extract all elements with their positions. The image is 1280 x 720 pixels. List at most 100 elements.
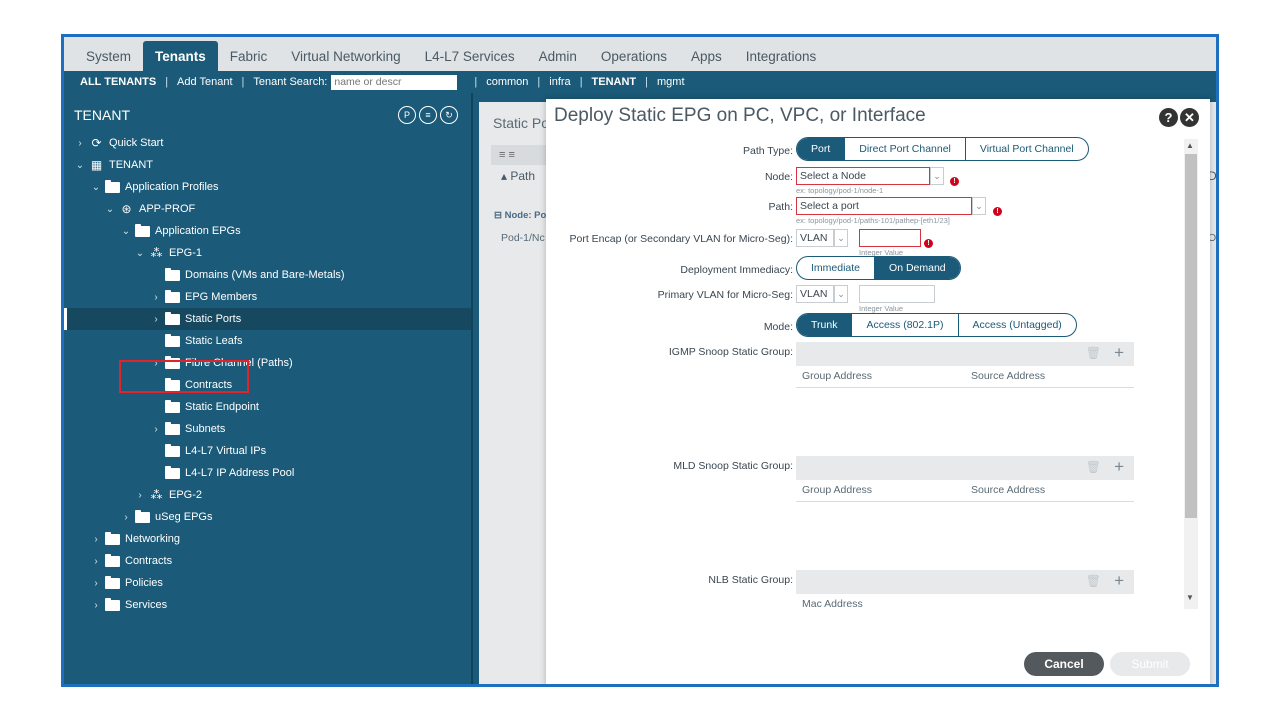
deployment-on-demand[interactable]: On Demand [874,257,960,279]
sidebar-item-static-leafs[interactable]: Static Leafs [64,330,471,352]
sidebar-item-static-ports[interactable]: › Static Ports [64,308,471,330]
mode-access-802-1p[interactable]: Access (802.1P) [851,314,957,336]
tenant-mgmt-link[interactable]: mgmt [657,76,685,88]
all-tenants-link[interactable]: ALL TENANTS [80,76,156,88]
chevron-right-icon[interactable]: › [90,578,102,589]
mode-access-untagged[interactable]: Access (Untagged) [957,314,1076,336]
nav-integrations[interactable]: Integrations [734,41,829,71]
trash-icon[interactable]: 🗑 [1086,574,1101,588]
nav-apps[interactable]: Apps [679,41,734,71]
primary-vlan-input[interactable] [859,285,935,303]
plus-icon[interactable]: + [1114,571,1124,591]
sidebar-item-tenant[interactable]: ⌄ ▦ TENANT [64,154,471,176]
tenant-search-input[interactable] [331,74,458,90]
sidebar-item-l4-l7-ip-address-pool[interactable]: L4-L7 IP Address Pool [64,462,471,484]
dialog-scrollbar-thumb[interactable] [1185,154,1197,518]
pane-splitter[interactable] [471,93,473,684]
path-select[interactable]: Select a port [796,197,972,215]
folder-icon [105,179,120,193]
tenant-current-link[interactable]: TENANT [592,76,637,88]
submit-button[interactable]: Submit [1110,652,1190,676]
top-nav: System Tenants Fabric Virtual Networking… [64,37,1216,71]
work-pane-toolbar[interactable]: ≡ ≡ [491,145,551,165]
nav-system[interactable]: System [74,41,143,71]
sidebar-item-domains-vms-and-bare-metals[interactable]: Domains (VMs and Bare-Metals) [64,264,471,286]
pin-icon[interactable]: P [398,106,416,124]
chevron-down-icon[interactable]: ⌄ [134,248,146,259]
separator: | [645,76,649,88]
nav-l4-l7-services[interactable]: L4-L7 Services [413,41,527,71]
chevron-right-icon[interactable]: › [74,138,86,149]
node-select[interactable]: Select a Node [796,167,930,185]
chevron-down-icon[interactable]: ⌄ [120,226,132,237]
port-encap-error-icon: ! [924,239,933,248]
chevron-right-icon[interactable]: › [90,600,102,611]
nav-operations[interactable]: Operations [589,41,679,71]
chevron-down-icon[interactable]: ⌄ [90,182,102,193]
sidebar-item-subnets[interactable]: › Subnets [64,418,471,440]
chevron-right-icon[interactable]: › [90,556,102,567]
pod-row[interactable]: Pod-1/Nc [501,232,545,244]
cancel-button[interactable]: Cancel [1024,652,1104,676]
add-tenant-link[interactable]: Add Tenant [177,76,232,88]
list-icon[interactable]: ≡ [419,106,437,124]
path-column-header[interactable]: ▴ Path [501,169,535,183]
chevron-down-icon[interactable]: ⌄ [74,160,86,171]
sidebar-item-services[interactable]: › Services [64,594,471,616]
nlb-table-toolbar: 🗑 + [796,570,1134,594]
plus-icon[interactable]: + [1114,457,1124,477]
help-icon[interactable]: ? [1159,108,1178,127]
chevron-right-icon[interactable]: › [134,490,146,501]
chevron-down-icon[interactable]: ⌄ [104,204,116,215]
trash-icon[interactable]: 🗑 [1086,346,1101,360]
mode-trunk[interactable]: Trunk [797,314,852,336]
tenant-common-link[interactable]: common [486,76,528,88]
port-encap-dropdown-arrow[interactable]: ⌄ [834,229,848,247]
refresh-icon[interactable]: ↻ [440,106,458,124]
deployment-immediate[interactable]: Immediate [797,257,874,279]
sidebar-item-l4-l7-virtual-ips[interactable]: L4-L7 Virtual IPs [64,440,471,462]
sidebar-item-useg-epgs[interactable]: › uSeg EPGs [64,506,471,528]
nav-virtual-networking[interactable]: Virtual Networking [279,41,412,71]
sidebar-item-static-endpoint[interactable]: Static Endpoint [64,396,471,418]
sidebar-item-app-prof[interactable]: ⌄ ⊛ APP-PROF [64,198,471,220]
path-type-toggle: Port Direct Port Channel Virtual Port Ch… [796,137,1089,161]
close-icon[interactable]: ✕ [1180,108,1199,127]
sidebar-item-quick-start[interactable]: › ⟳ Quick Start [64,132,471,154]
nav-tenants[interactable]: Tenants [143,41,218,71]
path-dropdown-arrow[interactable]: ⌄ [972,197,986,215]
path-type-virtual-port-channel[interactable]: Virtual Port Channel [964,138,1088,160]
sidebar-item-epg-1[interactable]: ⌄ ⁂ EPG-1 [64,242,471,264]
separator: | [474,76,478,88]
sidebar-item-networking[interactable]: › Networking [64,528,471,550]
chevron-right-icon[interactable]: › [90,534,102,545]
sidebar-item-contracts[interactable]: › Contracts [64,550,471,572]
sidebar-item-label: APP-PROF [139,203,196,215]
node-dropdown-arrow[interactable]: ⌄ [930,167,944,185]
port-encap-input[interactable] [859,229,921,247]
port-encap-type-select[interactable]: VLAN [796,229,834,247]
sidebar-item-policies[interactable]: › Policies [64,572,471,594]
trash-icon[interactable]: 🗑 [1086,460,1101,474]
nlb-table-header: Mac Address [796,594,1134,616]
chevron-right-icon[interactable]: › [150,314,162,325]
sidebar-item-application-profiles[interactable]: ⌄ Application Profiles [64,176,471,198]
sidebar-item-epg-members[interactable]: › EPG Members [64,286,471,308]
plus-icon[interactable]: + [1114,343,1124,363]
primary-vlan-dropdown-arrow[interactable]: ⌄ [834,285,848,303]
nav-fabric[interactable]: Fabric [218,41,280,71]
node-group-header[interactable]: ⊟ Node: Po [494,210,546,221]
nav-admin[interactable]: Admin [527,41,589,71]
tenant-infra-link[interactable]: infra [549,76,570,88]
scroll-down-arrow-icon[interactable]: ▼ [1186,593,1194,602]
path-type-port[interactable]: Port [797,138,845,160]
sidebar-item-application-epgs[interactable]: ⌄ Application EPGs [64,220,471,242]
deploy-static-epg-dialog: Deploy Static EPG on PC, VPC, or Interfa… [546,99,1210,684]
chevron-right-icon[interactable]: › [150,424,162,435]
path-type-direct-port-channel[interactable]: Direct Port Channel [844,138,965,160]
primary-vlan-type-select[interactable]: VLAN [796,285,834,303]
scroll-up-arrow-icon[interactable]: ▲ [1186,141,1194,150]
chevron-right-icon[interactable]: › [120,512,132,523]
sidebar-item-epg-2[interactable]: › ⁂ EPG-2 [64,484,471,506]
chevron-right-icon[interactable]: › [150,292,162,303]
